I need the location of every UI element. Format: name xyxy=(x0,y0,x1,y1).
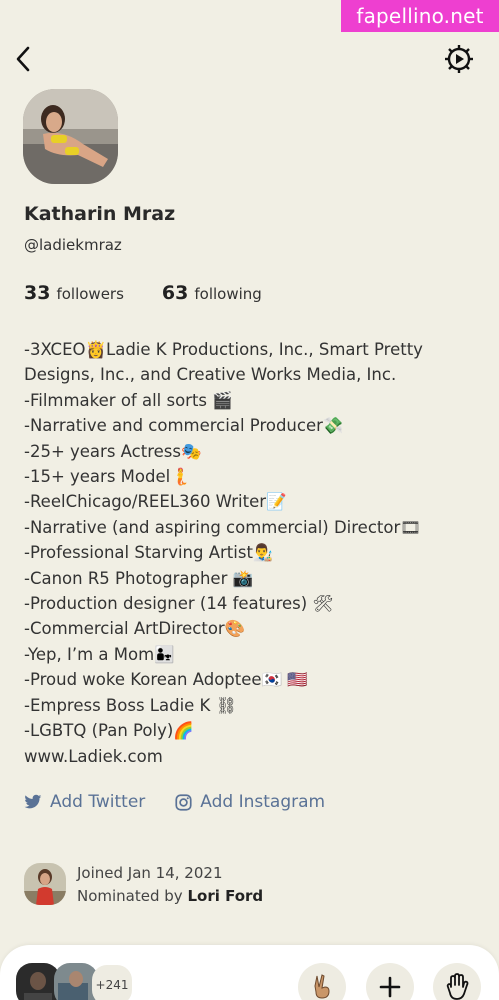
bio-line: -ReelChicago/REEL360 Writer📝 xyxy=(24,492,287,512)
participant-count: +241 xyxy=(92,965,132,1000)
raise-hand-button[interactable] xyxy=(433,963,481,1000)
bio-line: -Narrative and commercial Producer💸 xyxy=(24,416,344,436)
profile-avatar[interactable] xyxy=(23,89,118,184)
bio-line: -25+ years Actress🎭 xyxy=(24,441,202,461)
bio-line: -Yep, I’m a Mom👨‍👧 xyxy=(24,644,175,664)
peace-hand-icon xyxy=(314,974,330,999)
follow-stats: 33 followers 63 following xyxy=(24,282,262,304)
bio-line: -3XCEO👸Ladie K Productions, Inc., Smart … xyxy=(24,340,423,385)
nominator-avatar[interactable] xyxy=(24,863,66,905)
bio-line: -15+ years Model🧜 xyxy=(24,467,191,487)
following-label: following xyxy=(194,285,262,303)
profile-handle: @ladiekmraz xyxy=(24,236,122,254)
add-instagram-button[interactable]: Add Instagram xyxy=(175,792,325,812)
peace-button[interactable] xyxy=(298,963,346,1000)
back-button[interactable] xyxy=(10,44,36,74)
settings-button[interactable] xyxy=(443,43,475,75)
bio-line: -Empress Boss Ladie K ⛓ xyxy=(24,695,237,715)
followers-label: followers xyxy=(56,285,124,303)
bio-line: -Canon R5 Photographer 📸 xyxy=(24,568,254,588)
hand-icon xyxy=(446,973,469,1000)
following-count: 63 xyxy=(161,282,189,304)
nominator-name[interactable]: Lori Ford xyxy=(187,887,263,905)
bio-line: -Narrative (and aspiring commercial) Dir… xyxy=(24,517,422,537)
watermark: fapellino.net xyxy=(341,0,499,32)
profile-bio: -3XCEO👸Ladie K Productions, Inc., Smart … xyxy=(24,337,464,769)
add-button[interactable] xyxy=(366,963,414,1000)
bio-line: -LGBTQ (Pan Poly)🌈 xyxy=(24,721,194,741)
bottom-room-bar: +241 xyxy=(0,945,499,1000)
bio-line: -Professional Starving Artist👨‍🎨 xyxy=(24,543,274,563)
profile-name: Katharin Mraz xyxy=(24,203,176,225)
instagram-icon xyxy=(175,793,192,811)
followers-count: 33 xyxy=(24,282,51,304)
chevron-left-icon xyxy=(16,46,30,72)
add-twitter-button[interactable]: Add Twitter xyxy=(24,792,145,812)
add-instagram-label: Add Instagram xyxy=(200,792,326,812)
bio-line: -Production designer (14 features) 🛠 xyxy=(24,594,334,614)
plus-icon xyxy=(379,976,401,998)
social-links: Add Twitter Add Instagram xyxy=(24,792,325,812)
room-participants[interactable]: +241 xyxy=(16,963,132,1000)
nominated-prefix: Nominated by xyxy=(77,887,183,905)
add-twitter-label: Add Twitter xyxy=(50,792,146,812)
twitter-icon xyxy=(24,794,42,809)
bio-line: -Commercial ArtDirector🎨 xyxy=(24,619,246,639)
followers-link[interactable]: 33 followers xyxy=(24,282,124,304)
joined-info: Joined Jan 14, 2021 Nominated by Lori Fo… xyxy=(24,862,263,908)
bio-line: -Filmmaker of all sorts 🎬 xyxy=(24,390,233,410)
joined-date: Joined Jan 14, 2021 xyxy=(77,864,223,882)
bio-line: -Proud woke Korean Adoptee🇰🇷 🇺🇸 xyxy=(24,670,308,690)
bio-link[interactable]: www.Ladiek.com xyxy=(24,744,464,769)
following-link[interactable]: 63 following xyxy=(162,282,262,304)
gear-icon xyxy=(445,45,473,73)
